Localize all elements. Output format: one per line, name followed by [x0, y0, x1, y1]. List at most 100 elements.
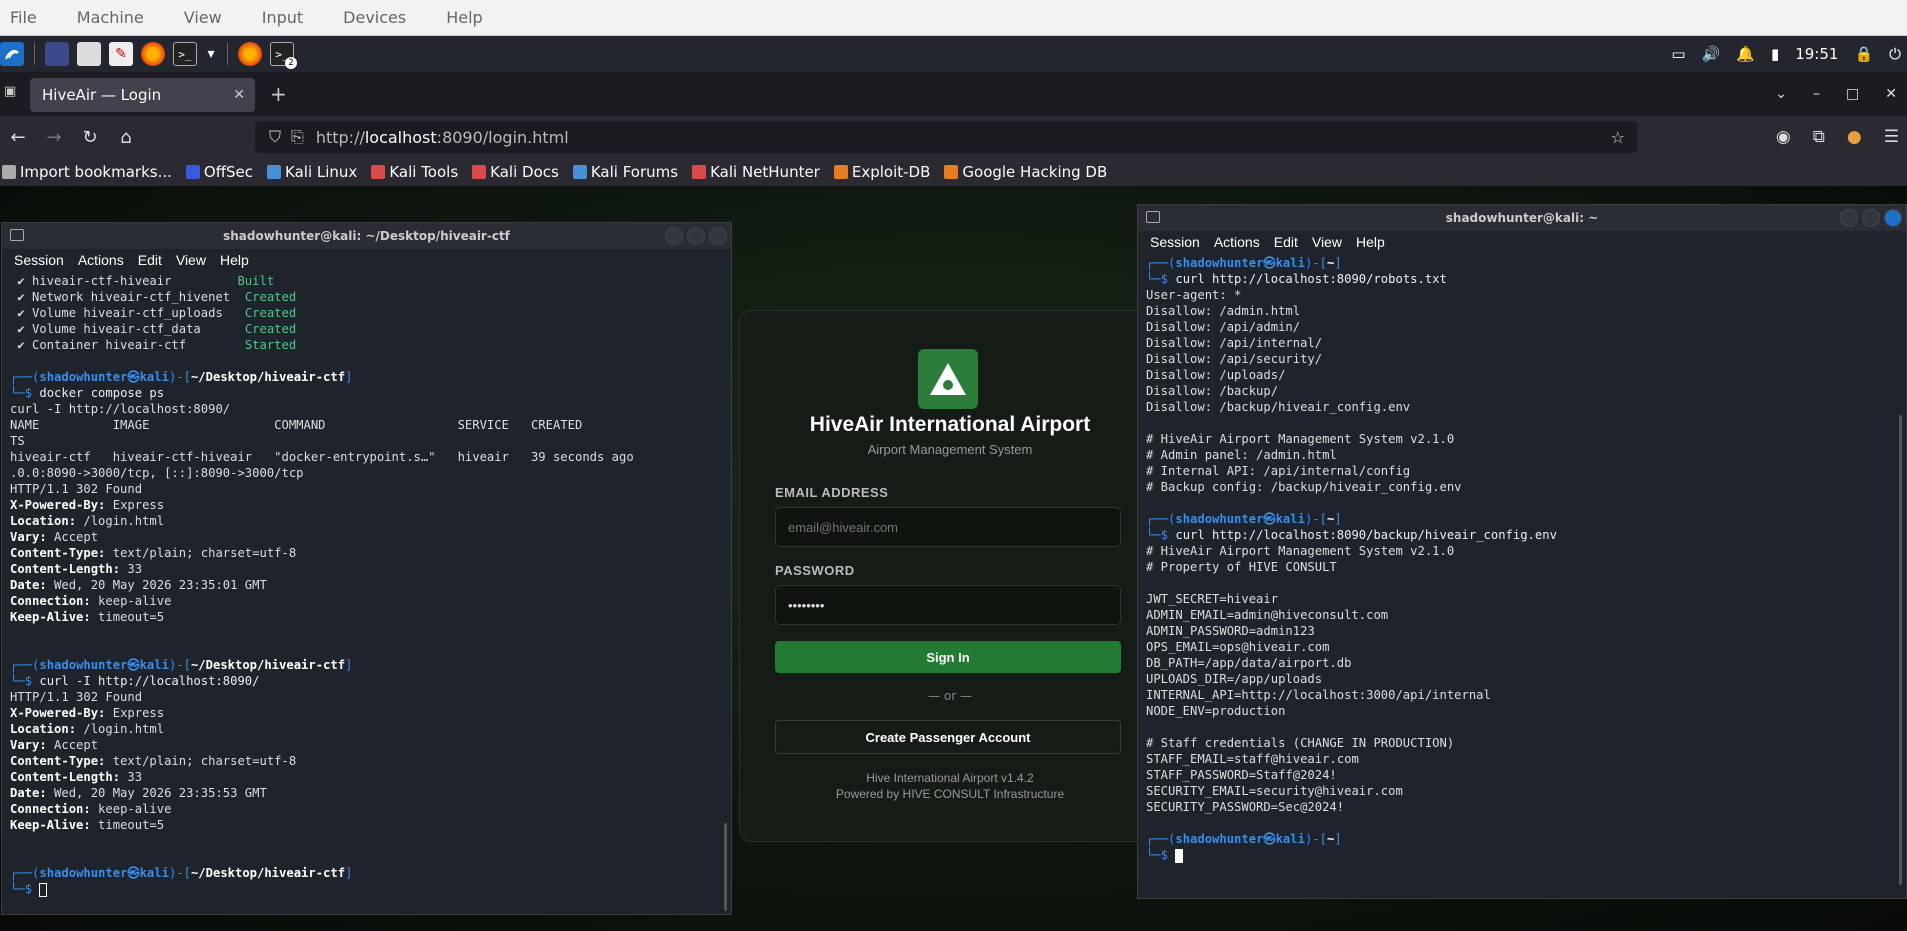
- battery-icon[interactable]: ▮: [1771, 45, 1779, 63]
- firefox-icon[interactable]: [141, 42, 165, 66]
- vm-menu-help[interactable]: Help: [436, 8, 492, 27]
- sign-in-button[interactable]: Sign In: [775, 641, 1121, 673]
- bookmark-item[interactable]: Google Hacking DB: [944, 163, 1107, 181]
- reload-icon[interactable]: ↻: [72, 127, 108, 148]
- close-icon[interactable]: [1884, 209, 1902, 227]
- prompt-dollar: └─$: [1146, 272, 1176, 286]
- header-value: 33: [120, 562, 143, 576]
- minimize-icon[interactable]: –: [1813, 86, 1820, 102]
- bookmark-item[interactable]: Kali Forums: [572, 163, 678, 181]
- bookmark-favicon-icon: [267, 165, 282, 179]
- minimize-icon[interactable]: [1840, 209, 1858, 227]
- bookmark-item[interactable]: Kali Linux: [267, 163, 357, 181]
- maximize-icon[interactable]: □: [1846, 86, 1859, 102]
- terminal-line: Disallow: /api/security/: [1146, 351, 1898, 367]
- desktop-icon[interactable]: [45, 42, 69, 66]
- page-info-icon[interactable]: ⎘: [291, 127, 304, 147]
- bookmark-label: Kali Linux: [285, 163, 358, 181]
- tab-hiveair-login[interactable]: HiveAir — Login ✕: [30, 78, 255, 112]
- terminal-menu-session[interactable]: Session: [1150, 234, 1200, 250]
- terminal-menu-edit[interactable]: Edit: [138, 252, 162, 268]
- maximize-icon[interactable]: [1862, 209, 1880, 227]
- bookmark-item[interactable]: Exploit-DB: [833, 163, 930, 181]
- firefox-task-icon[interactable]: [238, 42, 262, 66]
- create-account-button[interactable]: Create Passenger Account: [775, 720, 1121, 754]
- output-text: ✔ Container hiveair-ctf: [10, 338, 245, 352]
- close-tab-icon[interactable]: ✕: [233, 87, 245, 103]
- vm-menu-file[interactable]: File: [0, 8, 47, 27]
- account-icon[interactable]: ◉: [1776, 127, 1791, 147]
- maximize-icon[interactable]: [687, 227, 705, 245]
- terminal-command-line: └─$ curl http://localhost:8090/backup/hi…: [1146, 527, 1898, 543]
- password-field[interactable]: [775, 585, 1121, 625]
- vm-menu-input[interactable]: Input: [252, 8, 313, 27]
- kali-menu-icon[interactable]: [0, 42, 24, 66]
- terminal-output[interactable]: ┌──(shadowhunter㉿kali)-[~] └─$ curl http:…: [1138, 253, 1906, 893]
- output-text: SECURITY_PASSWORD=Sec@2024!: [1146, 800, 1345, 814]
- bookmark-item[interactable]: Kali Docs: [472, 163, 559, 181]
- terminal-menu-help[interactable]: Help: [220, 252, 249, 268]
- url-bar[interactable]: ⛉ ⎘ http://localhost:8090/login.html ☆: [255, 121, 1637, 153]
- file-manager-icon[interactable]: [77, 42, 101, 66]
- text-editor-icon[interactable]: ✎: [109, 42, 133, 66]
- vm-menu-view[interactable]: View: [174, 8, 232, 27]
- terminal-output[interactable]: ✔ hiveair-ctf-hiveair Built ✔ Network hi…: [2, 271, 731, 907]
- terminal-cursor[interactable]: [39, 882, 48, 897]
- bookmark-item[interactable]: Kali NetHunter: [692, 163, 820, 181]
- bookmark-item[interactable]: OffSec: [185, 163, 253, 181]
- prompt-bracket: )-[: [168, 370, 191, 384]
- bookmark-item[interactable]: Kali Tools: [371, 163, 458, 181]
- foxyproxy-icon[interactable]: ●: [1847, 127, 1862, 147]
- terminal-line: Disallow: /admin.html: [1146, 303, 1898, 319]
- hamburger-menu-icon[interactable]: ☰: [1884, 127, 1899, 147]
- list-all-tabs-icon[interactable]: ⌄: [1775, 86, 1787, 102]
- back-icon[interactable]: ←: [0, 127, 36, 148]
- close-window-icon[interactable]: ✕: [1885, 86, 1897, 102]
- terminal-menu-help[interactable]: Help: [1356, 234, 1385, 250]
- url-text[interactable]: http://localhost:8090/login.html: [316, 128, 569, 147]
- tab-list-icon[interactable]: ▣: [4, 84, 16, 99]
- power-icon[interactable]: ⏻: [1889, 45, 1901, 63]
- footer-version: Hive International Airport v1.4.2: [866, 771, 1034, 785]
- bookmark-item[interactable]: Import bookmarks...: [2, 163, 172, 181]
- terminal-menu-session[interactable]: Session: [14, 252, 64, 268]
- login-card: HiveAir International Airport Airport Ma…: [739, 310, 1161, 842]
- shield-icon[interactable]: ⛉: [269, 127, 281, 147]
- terminal-task-icon[interactable]: >_ 2: [270, 42, 297, 69]
- extensions-icon[interactable]: ⧉: [1813, 127, 1825, 147]
- prompt-bracket: ]: [1334, 512, 1342, 526]
- vm-menu-machine[interactable]: Machine: [67, 8, 154, 27]
- vm-menu-devices[interactable]: Devices: [333, 8, 416, 27]
- terminal-line: Keep-Alive: timeout=5: [10, 817, 723, 833]
- panel-clock[interactable]: 19:51: [1795, 45, 1838, 63]
- terminal-window-left: shadowhunter@kali: ~/Desktop/hiveair-ctf…: [1, 222, 732, 915]
- terminal-titlebar: shadowhunter@kali: ~: [1138, 205, 1906, 231]
- header-value: /login.html: [76, 514, 165, 528]
- email-field[interactable]: [775, 507, 1121, 547]
- display-icon[interactable]: ▭: [1671, 45, 1685, 63]
- terminal-menu-view[interactable]: View: [1312, 234, 1342, 250]
- notification-bell-icon[interactable]: 🔔: [1736, 45, 1755, 63]
- terminal-line: Content-Type: text/plain; charset=utf-8: [10, 545, 723, 561]
- close-icon[interactable]: [709, 227, 727, 245]
- terminal-menu-actions[interactable]: Actions: [78, 252, 124, 268]
- chevron-down-icon[interactable]: ▾: [205, 42, 217, 66]
- status-text: Created: [244, 290, 297, 304]
- home-icon[interactable]: ⌂: [108, 127, 144, 148]
- lock-icon[interactable]: 🔒: [1854, 45, 1873, 63]
- bookmark-favicon-icon: [2, 165, 16, 179]
- scrollbar[interactable]: [724, 823, 727, 911]
- volume-icon[interactable]: 🔊: [1702, 45, 1721, 63]
- new-tab-icon[interactable]: +: [270, 82, 287, 106]
- minimize-icon[interactable]: [665, 227, 683, 245]
- terminal-menu-actions[interactable]: Actions: [1214, 234, 1260, 250]
- terminal-menu-view[interactable]: View: [176, 252, 206, 268]
- scrollbar[interactable]: [1899, 415, 1902, 885]
- bookmark-star-icon[interactable]: ☆: [1611, 128, 1625, 147]
- forward-icon[interactable]: →: [36, 127, 72, 148]
- terminal-icon[interactable]: >_: [173, 42, 197, 66]
- terminal-menu-edit[interactable]: Edit: [1274, 234, 1298, 250]
- terminal-cursor[interactable]: [1175, 848, 1184, 863]
